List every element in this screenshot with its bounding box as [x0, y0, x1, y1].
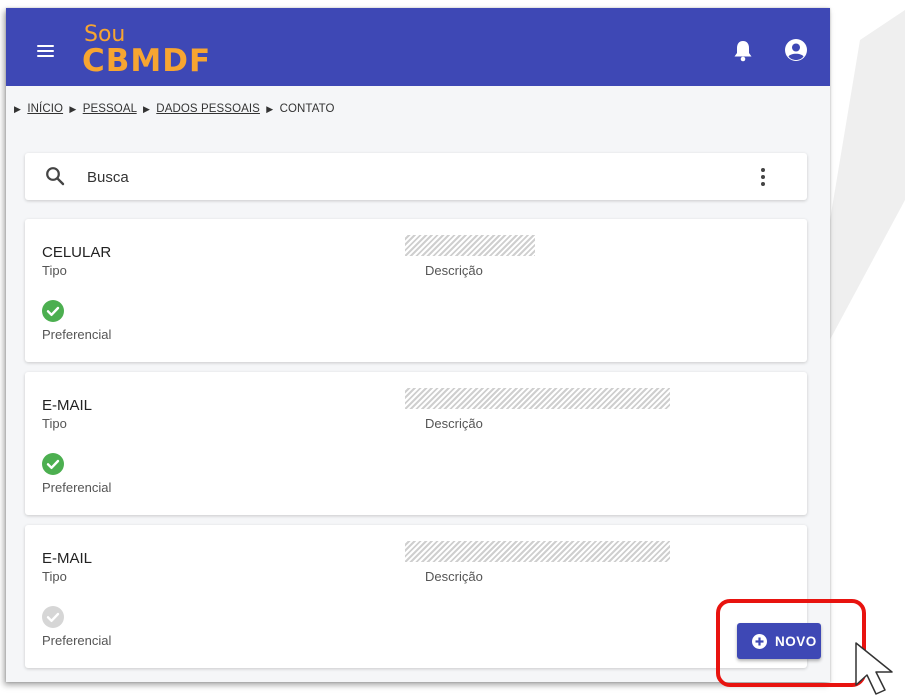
preferential-label: Preferencial — [42, 480, 112, 495]
breadcrumb-arrow-icon: ▶ — [69, 104, 77, 114]
preferential-label: Preferencial — [42, 327, 112, 342]
breadcrumb-link-pessoal[interactable]: PESSOAL — [83, 103, 137, 115]
search-icon — [46, 167, 65, 186]
contact-description-label: Descrição — [425, 569, 483, 584]
contact-type-value: E-MAIL — [42, 550, 93, 567]
breadcrumb: ▶ INÍCIO ▶ PESSOAL ▶ DADOS PESSOAIS ▶ CO… — [11, 103, 335, 115]
menu-icon[interactable] — [37, 45, 54, 57]
contact-type-label: Tipo — [42, 416, 67, 431]
contact-description-label: Descrição — [425, 263, 483, 278]
highlight-annotation — [716, 599, 866, 687]
contact-card[interactable]: E-MAIL Tipo Descrição Preferencial — [25, 525, 807, 668]
bell-icon[interactable] — [733, 40, 753, 62]
contact-card[interactable]: E-MAIL Tipo Descrição Preferencial — [25, 372, 807, 515]
contact-description-redacted — [405, 388, 670, 409]
contact-type-label: Tipo — [42, 569, 67, 584]
check-circle-icon — [42, 453, 64, 475]
user-circle-icon[interactable] — [784, 38, 808, 62]
contact-description-label: Descrição — [425, 416, 483, 431]
preferential-label: Preferencial — [42, 633, 112, 648]
breadcrumb-link-dados-pessoais[interactable]: DADOS PESSOAIS — [156, 103, 260, 115]
contact-description-redacted — [405, 541, 670, 562]
mouse-cursor-icon — [855, 642, 893, 695]
contact-type-value: CELULAR — [42, 244, 112, 261]
breadcrumb-link-inicio[interactable]: INÍCIO — [27, 103, 63, 115]
breadcrumb-arrow-icon: ▶ — [142, 104, 150, 114]
check-circle-icon — [42, 606, 64, 628]
top-app-bar: Sou CBMDF — [6, 8, 830, 86]
breadcrumb-current-contato: CONTATO — [279, 103, 335, 115]
search-bar — [25, 153, 807, 200]
breadcrumb-arrow-icon: ▶ — [266, 104, 274, 114]
contact-type-value: E-MAIL — [42, 397, 93, 414]
search-input[interactable] — [85, 165, 689, 189]
kebab-icon[interactable] — [753, 166, 773, 188]
contact-card[interactable]: CELULAR Tipo Descrição Preferencial — [25, 219, 807, 362]
breadcrumb-arrow-icon: ▶ — [14, 104, 22, 114]
logo-bottom-text: CBMDF — [82, 43, 212, 79]
contact-description-redacted — [405, 235, 535, 256]
sou-cbmdf-logo: Sou CBMDF — [82, 22, 212, 78]
app-window: Sou CBMDF ▶ INÍCIO ▶ PESSOAL ▶ DADOS PES… — [6, 8, 830, 682]
check-circle-icon — [42, 300, 64, 322]
contact-type-label: Tipo — [42, 263, 67, 278]
